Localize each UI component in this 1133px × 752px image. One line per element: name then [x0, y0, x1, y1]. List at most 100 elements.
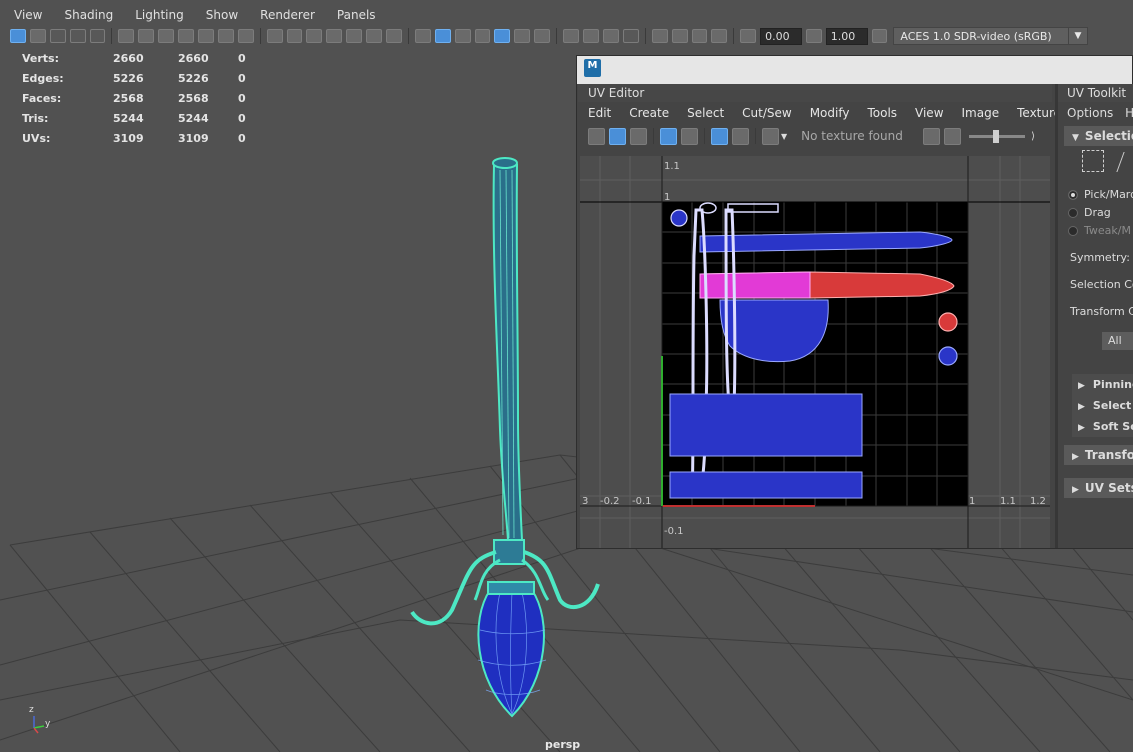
default-material-icon[interactable] [454, 29, 471, 43]
menu-cut-sew[interactable]: Cut/Sew [732, 106, 800, 120]
expand-arrows-icon[interactable]: ⟩ [1031, 131, 1035, 142]
radio-icon [1068, 190, 1078, 200]
radio-tweak[interactable]: Tweak/M [1058, 222, 1133, 240]
lasso-select-icon[interactable] [1116, 152, 1133, 172]
subsection-soft-select[interactable]: ▶ Soft Sel [1072, 416, 1133, 437]
all-button[interactable]: All [1102, 332, 1133, 350]
ambient-occlusion-icon[interactable] [563, 29, 580, 43]
gate-mask-2-icon[interactable] [326, 29, 343, 43]
stats-row: Edges: 5226 5226 0 [22, 68, 246, 88]
smooth-shade-icon[interactable] [434, 29, 451, 43]
subsection-select-by[interactable]: ▶ Select B [1072, 395, 1133, 416]
image-brightness-slider[interactable] [969, 129, 1026, 143]
uv-editor-canvas[interactable]: 1.1 1 3 -0.2 -0.1 1 1.1 1.2 -0.1 [580, 156, 1050, 548]
menu-image[interactable]: Image [952, 106, 1008, 120]
section-uv-sets-header[interactable]: ▶ UV Sets [1064, 478, 1133, 498]
pencil-icon[interactable] [237, 29, 254, 43]
color-management-dropdown[interactable]: ACES 1.0 SDR-video (sRGB) ▼ [893, 27, 1088, 45]
uv-editor-title: UV Editor [578, 84, 1052, 102]
menu-shading[interactable]: Shading [50, 8, 121, 26]
window-titlebar[interactable]: M [577, 56, 1132, 84]
xray-joints-icon[interactable] [691, 29, 708, 43]
menu-panels[interactable]: Panels [323, 8, 384, 26]
exposure-icon[interactable] [740, 29, 757, 43]
safe-title-icon[interactable] [217, 29, 234, 43]
resolution-gate-icon[interactable] [138, 29, 155, 43]
menu-renderer[interactable]: Renderer [246, 8, 323, 26]
section-selection-header[interactable]: ▼ Selection [1064, 126, 1133, 146]
gamma-field[interactable]: 1.00 [825, 27, 868, 45]
xray-icon[interactable] [671, 29, 688, 43]
isolate-select-icon[interactable] [651, 29, 668, 43]
stats-value: 5244 [178, 111, 209, 125]
menu-view[interactable]: View [905, 106, 951, 120]
menu-modify[interactable]: Modify [800, 106, 858, 120]
select-camera-icon[interactable] [10, 29, 26, 43]
textured-icon[interactable] [494, 29, 511, 43]
stats-label: Faces: [22, 91, 62, 105]
motion-blur-icon[interactable] [583, 29, 599, 43]
field-chart-icon[interactable] [178, 29, 195, 43]
distortion-icon[interactable] [681, 127, 698, 145]
subsection-label: Soft Sel [1092, 420, 1133, 433]
stats-value: 5244 [113, 111, 144, 125]
chevron-down-icon[interactable]: ▼ [781, 132, 787, 141]
film-gate-icon[interactable] [118, 29, 135, 43]
marquee-select-icon[interactable] [1082, 150, 1104, 172]
pixel-snap-icon[interactable] [732, 127, 749, 145]
texture-borders-icon[interactable] [630, 127, 647, 145]
grid-icon[interactable] [266, 29, 283, 43]
subsection-label: Select B [1092, 399, 1133, 412]
lights-icon[interactable] [514, 29, 531, 43]
checker-icon[interactable] [660, 127, 677, 145]
uv-snapshot-icon[interactable] [588, 127, 605, 145]
radio-icon [1068, 226, 1078, 236]
radio-drag[interactable]: Drag [1058, 204, 1133, 222]
xray-active-icon[interactable] [711, 29, 728, 43]
subsection-pinning[interactable]: ▶ Pinning [1072, 374, 1133, 395]
field-chart-2-icon[interactable] [346, 29, 363, 43]
shaded-uv-icon[interactable] [609, 127, 626, 145]
shadows-icon[interactable] [534, 29, 551, 43]
safe-title-2-icon[interactable] [386, 29, 402, 43]
image-plane-icon[interactable] [89, 29, 106, 43]
section-transform-header[interactable]: ▶ Transfor [1064, 445, 1133, 465]
safe-action-icon[interactable] [198, 29, 214, 43]
stats-row: Faces: 2568 2568 0 [22, 88, 246, 108]
menu-tools[interactable]: Tools [857, 106, 905, 120]
menu-show[interactable]: Show [192, 8, 246, 26]
gate-mask-icon[interactable] [158, 29, 175, 43]
grid-icon[interactable] [711, 127, 728, 145]
radio-pick-marquee[interactable]: Pick/Marq [1058, 186, 1133, 204]
menu-edit[interactable]: Edit [578, 106, 619, 120]
camera-attributes-icon[interactable] [49, 29, 66, 43]
menu-help[interactable]: He [1125, 106, 1133, 120]
subsection-label: Pinning [1092, 378, 1133, 391]
uv-editor-menubar: Edit Create Select Cut/Sew Modify Tools … [578, 102, 1067, 124]
camera-icon[interactable] [762, 127, 779, 145]
lock-camera-icon[interactable] [29, 29, 46, 43]
wireframe-on-shaded-icon[interactable] [474, 29, 491, 43]
menu-options[interactable]: Options [1067, 106, 1113, 120]
uv-editor-window[interactable]: M UV Editor Edit Create Select Cut/Sew M… [576, 55, 1133, 549]
bookmarks-icon[interactable] [69, 29, 86, 43]
resolution-gate-2-icon[interactable] [306, 29, 323, 43]
camera-name-label: persp [545, 738, 581, 751]
anti-aliasing-icon[interactable] [602, 29, 619, 43]
color-management-icon[interactable] [871, 29, 888, 43]
depth-of-field-icon[interactable] [622, 29, 639, 43]
exposure-field[interactable]: 0.00 [760, 27, 802, 45]
gamma-icon[interactable] [805, 29, 822, 43]
menu-view[interactable]: View [0, 8, 50, 26]
menu-create[interactable]: Create [619, 106, 677, 120]
image-display-icon[interactable] [944, 127, 962, 145]
film-gate-2-icon[interactable] [286, 29, 303, 43]
menu-select[interactable]: Select [677, 106, 732, 120]
exposure-icon[interactable] [923, 127, 941, 145]
tick-label: 1.2 [1030, 496, 1046, 507]
slider-handle[interactable] [993, 129, 1000, 143]
safe-action-2-icon[interactable] [366, 29, 383, 43]
wireframe-icon[interactable] [414, 29, 431, 43]
menu-lighting[interactable]: Lighting [121, 8, 192, 26]
tick-label: -0.1 [632, 496, 652, 507]
